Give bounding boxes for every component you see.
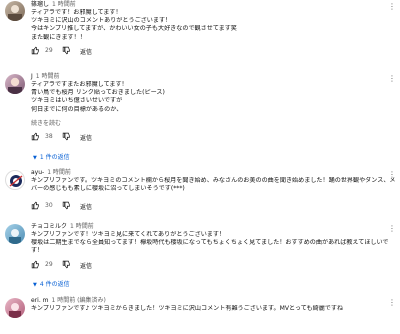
chevron-down-icon: ▼ bbox=[33, 282, 37, 288]
chevron-down-icon: ▼ bbox=[33, 155, 37, 161]
avatar[interactable] bbox=[5, 298, 25, 318]
comment-time[interactable]: 1 時間前 bbox=[70, 223, 94, 230]
comment-text-line: ツキヨミに沢山のコメントありがとうございます！ bbox=[31, 17, 172, 25]
comment-text-line: 何日までに何の目標があるのか、 bbox=[31, 105, 123, 113]
like-count: 29 bbox=[45, 260, 53, 268]
comment-author[interactable]: eri. m bbox=[31, 297, 48, 304]
more-options-icon[interactable]: ⋮ bbox=[388, 2, 396, 12]
more-options-icon[interactable]: ⋮ bbox=[388, 224, 396, 234]
more-options-icon[interactable]: ⋮ bbox=[388, 74, 396, 84]
dislike-icon[interactable] bbox=[62, 132, 71, 141]
avatar[interactable] bbox=[5, 224, 25, 244]
like-count: 30 bbox=[45, 202, 53, 210]
comment-text-line: 櫻坂は二期生までなら全員知ってます！欅坂時代も櫻坂になってもちょくちょく見てまし… bbox=[31, 239, 389, 247]
like-icon[interactable] bbox=[31, 260, 40, 269]
comment-time[interactable]: 1 時間前 bbox=[47, 169, 71, 176]
comment-text-line: 青い鳥でも桜月 リンク貼っておきました(ピース) bbox=[31, 89, 165, 97]
comment-actions: 38 返信 bbox=[31, 131, 396, 143]
comment-author[interactable]: チョコミルク bbox=[31, 223, 67, 230]
view-replies-button[interactable]: ▼ 1 件の返信 bbox=[33, 152, 70, 161]
like-icon[interactable] bbox=[31, 201, 40, 210]
avatar[interactable] bbox=[5, 74, 25, 94]
like-count: 29 bbox=[45, 46, 53, 54]
comment-text-line: ツキヨミはいち億さいせいですが bbox=[31, 97, 123, 105]
comment-time[interactable]: 1 時間前 bbox=[52, 1, 76, 8]
like-icon[interactable] bbox=[31, 132, 40, 141]
comment-text-line: また観にきます！！ bbox=[31, 33, 86, 41]
comment-author[interactable]: J bbox=[31, 73, 33, 80]
avatar[interactable] bbox=[5, 170, 25, 190]
replies-count: 4 件の返信 bbox=[39, 281, 70, 288]
comment-actions: 29 返信 bbox=[31, 45, 396, 57]
comment-text-line: キンプリファンです。ツキヨミのコメント欄から桜月を聞き始め、みなさんのお美のの曲… bbox=[31, 177, 396, 184]
comment-text-line: キンプリファンです！ツキヨミ見に来てくれてありがとうございます！ bbox=[31, 231, 226, 238]
comment-text-line: ティアラですまたお邪魔してます！ bbox=[31, 81, 128, 88]
comment-text-line: す！ bbox=[31, 247, 44, 255]
comment-time[interactable]: 1 時間前 (編集済み) bbox=[51, 297, 105, 304]
like-icon[interactable] bbox=[31, 46, 40, 55]
replies-count: 1 件の返信 bbox=[39, 154, 70, 161]
dislike-icon[interactable] bbox=[62, 260, 71, 269]
comment-actions: 30 返信 bbox=[31, 200, 396, 212]
comment-time[interactable]: 1 時間前 bbox=[36, 73, 60, 80]
dislike-icon[interactable] bbox=[62, 46, 71, 55]
comment-text-line: 今はキンプリ推してますが、かわいい女の子も大好きなので観させてます笑 bbox=[31, 25, 237, 33]
more-options-icon[interactable]: ⋮ bbox=[388, 298, 396, 308]
reply-button[interactable]: 返信 bbox=[80, 261, 92, 270]
reply-button[interactable]: 返信 bbox=[80, 202, 92, 211]
avatar[interactable] bbox=[5, 1, 25, 21]
comment-text-line: キンプリファンです♪ ツキヨミからきました！ツキヨミに沢山コメント有難うございま… bbox=[31, 305, 344, 312]
view-replies-button[interactable]: ▼ 4 件の返信 bbox=[33, 279, 70, 288]
dislike-icon[interactable] bbox=[62, 201, 71, 210]
comment-actions: 29 返信 bbox=[31, 259, 396, 271]
reply-button[interactable]: 返信 bbox=[80, 133, 92, 142]
reply-button[interactable]: 返信 bbox=[80, 47, 92, 56]
comment-text-line: ティアラです！お邪魔してます！ bbox=[31, 9, 122, 16]
like-count: 38 bbox=[45, 132, 53, 140]
comment-author[interactable]: ayu- bbox=[31, 169, 44, 176]
more-options-icon[interactable]: ⋮ bbox=[388, 170, 396, 180]
read-more-link[interactable]: 続きを読む bbox=[31, 118, 396, 127]
comment-text-line: バーの感じもも素しに櫻坂に沼ってしまいそうです(***) bbox=[31, 185, 185, 193]
comment-author[interactable]: 篠瑠し bbox=[31, 1, 49, 8]
